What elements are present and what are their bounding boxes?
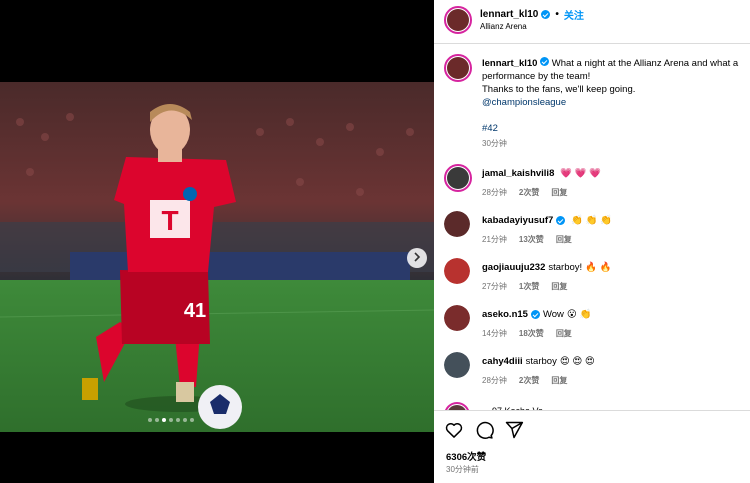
comment-line: jamal_kaishvili8 💗 💗 💗 [482,168,601,179]
mention-link[interactable]: @championsleague [482,96,746,109]
comment-text: starboy [525,356,557,367]
post-photo-image: T 41 [0,82,434,432]
comment-emoji: 😮 👏 [566,309,592,320]
comment-time: 28分钟 [482,376,507,385]
separator-dot: • [555,9,559,20]
reply-button[interactable]: 回复 [551,187,567,198]
comment-item: cahy4diii starboy 😍 😍 😍 28分钟 2次赞 回复 [444,350,744,397]
comment-username[interactable]: cahy4diii [482,356,523,367]
comment-username[interactable]: jamal_kaishvili8 [482,168,554,179]
header-user-line: lennart_kl10 • 关注 [480,7,584,22]
verified-badge-icon [541,10,551,19]
carousel-indicator [148,418,194,422]
partial-comment-avatar[interactable] [444,402,470,410]
comment-line: aseko.n15 Wow 😮 👏 [482,309,591,320]
avatar-fill [444,211,470,237]
share-icon[interactable] [504,420,524,440]
commenter-avatar[interactable] [444,164,472,192]
comment-time: 14分钟 [482,329,507,338]
comment-time: 27分钟 [482,282,507,291]
post-timestamp: 30分钟前 [446,465,479,474]
reply-button[interactable]: 回复 [556,328,572,339]
comment-meta: 27分钟 1次赞 回复 [482,281,567,292]
comment-item: aseko.n15 Wow 😮 👏 14分钟 18次赞 回复 [444,303,744,350]
location-link[interactable]: Allianz Arena [480,22,527,31]
carousel-dot [162,418,166,422]
commenter-avatar[interactable] [444,211,470,237]
svg-text:T: T [161,205,178,236]
comments-list: jamal_kaishvili8 💗 💗 💗 28分钟 2次赞 回复 kabad… [444,162,744,397]
comment-line: kabadayiyusuf7 👏 👏 👏 [482,215,612,226]
post-actions: 6306次赞 30分钟前 [434,410,750,483]
comment-icon[interactable] [474,420,494,440]
avatar-fill [444,258,470,284]
comment-username[interactable]: aseko.n15 [482,309,528,320]
reply-button[interactable]: 回复 [551,375,567,386]
reply-button[interactable]: 回复 [551,281,567,292]
carousel-dot [176,418,180,422]
caption-timestamp: 30分钟 [482,139,507,148]
football [198,385,242,429]
comment-item: jamal_kaishvili8 💗 💗 💗 28分钟 2次赞 回复 [444,162,744,209]
avatar [444,402,470,410]
comment-meta: 14分钟 18次赞 回复 [482,328,572,339]
comment-emoji: 🔥 🔥 [585,262,612,273]
comment-emoji: 😍 😍 😍 [559,356,595,367]
verified-badge-icon [530,310,540,319]
caption-line2: Thanks to the fans, we'll keep going. [482,84,636,95]
carousel-dot [169,418,173,422]
hashtag-link[interactable]: #42 [482,122,746,135]
comment-time: 21分钟 [482,235,507,244]
comment-text: Wow [542,309,564,320]
post-panel: lennart_kl10 • 关注 Allianz Arena lennart_… [434,0,750,483]
comment-time: 28分钟 [482,188,507,197]
verified-badge-icon [556,216,566,225]
comment-item: gaojiauuju232 starboy! 🔥 🔥 27分钟 1次赞 回复 [444,256,744,303]
carousel-next-button[interactable] [407,248,427,268]
comment-emoji: 💗 💗 💗 [560,168,602,179]
caption-text: lennart_kl10 What a night at the Allianz… [482,57,746,135]
comment-username[interactable]: kabadayiyusuf7 [482,215,553,226]
comment-line: gaojiauuju232 starboy! 🔥 🔥 [482,262,611,273]
post-header: lennart_kl10 • 关注 Allianz Arena [434,0,750,44]
verified-badge-icon [540,57,550,66]
action-icons [444,420,524,440]
follow-button[interactable]: 关注 [564,7,584,22]
comment-meta: 28分钟 2次赞 回复 [482,375,567,386]
avatar-fill [447,167,469,189]
likes-count[interactable]: 6306次赞 [446,449,486,463]
avatar[interactable] [444,6,472,34]
commenter-avatar[interactable] [444,352,470,378]
post-photo[interactable]: T 41 [0,82,434,432]
author-username[interactable]: lennart_kl10 [480,9,538,20]
media-pane: T 41 [0,0,434,483]
caption-username[interactable]: lennart_kl10 [482,58,537,69]
carousel-dot [183,418,187,422]
comment-emoji: 👏 👏 👏 [571,215,613,226]
comment-username[interactable]: gaojiauuju232 [482,262,545,273]
comment-likes[interactable]: 13次赞 [519,234,544,245]
reply-button[interactable]: 回复 [556,234,572,245]
avatar-fill [444,305,470,331]
comment-likes[interactable]: 1次赞 [519,281,539,292]
comment-meta: 28分钟 2次赞 回复 [482,187,567,198]
svg-text:41: 41 [184,300,206,322]
commenter-avatar[interactable] [444,258,470,284]
comment-meta: 21分钟 13次赞 回复 [482,234,572,245]
chevron-right-icon [413,252,421,264]
comment-likes[interactable]: 18次赞 [519,328,544,339]
comment-line: cahy4diii starboy 😍 😍 😍 [482,356,595,367]
carousel-dot [155,418,159,422]
avatar[interactable] [444,54,472,82]
heart-icon[interactable] [444,420,464,440]
comment-likes[interactable]: 2次赞 [519,187,539,198]
comment-likes[interactable]: 2次赞 [519,375,539,386]
carousel-dot [148,418,152,422]
avatar-fill [444,352,470,378]
comment-item: kabadayiyusuf7 👏 👏 👏 21分钟 13次赞 回复 [444,209,744,256]
comment-text: starboy! [548,262,583,273]
commenter-avatar[interactable] [444,305,470,331]
carousel-dot [190,418,194,422]
